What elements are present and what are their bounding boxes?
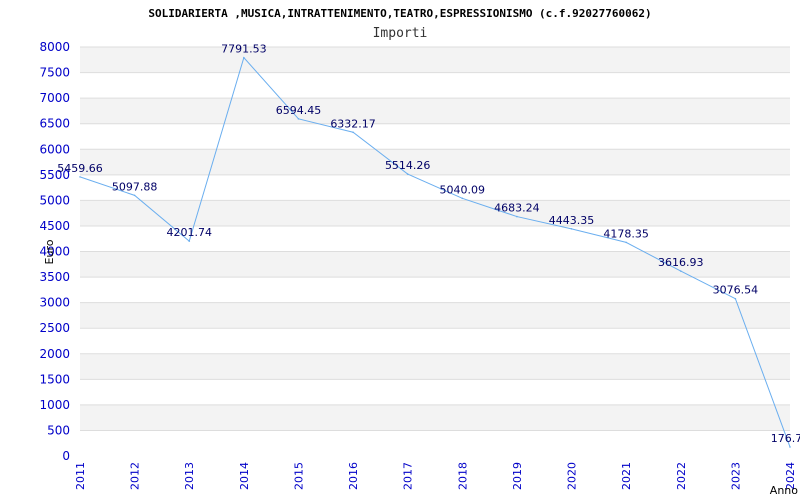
data-label: 5040.09 [440, 183, 486, 196]
data-point [133, 194, 136, 197]
x-tick-label: 2015 [292, 462, 305, 490]
data-point [352, 131, 354, 134]
data-label: 6594.45 [276, 104, 322, 117]
data-point [79, 176, 81, 178]
x-tick-label: 2016 [347, 462, 360, 490]
y-tick-label: 7500 [39, 66, 70, 80]
data-label: 7791.53 [221, 43, 267, 56]
x-tick-label: 2014 [238, 462, 251, 490]
y-tick-label: 1500 [39, 372, 70, 386]
y-tick-label: 0 [62, 449, 70, 463]
x-axis-label: Anno [770, 484, 798, 497]
x-tick-label: 2018 [456, 462, 469, 490]
data-point [625, 241, 627, 244]
data-point [297, 118, 300, 120]
y-tick-label: 1000 [39, 398, 70, 412]
data-label: 5459.66 [57, 162, 103, 175]
y-axis-label: Euro [43, 239, 56, 264]
y-tick-label: 500 [47, 423, 70, 437]
data-point [789, 446, 791, 448]
x-tick-label: 2021 [620, 462, 633, 490]
data-label: 4201.74 [166, 226, 212, 239]
x-tick-label: 2013 [183, 462, 196, 490]
x-tick-label: 2019 [511, 462, 524, 490]
data-label: 6332.17 [330, 117, 376, 130]
data-label: 5097.88 [112, 180, 158, 193]
data-point [406, 173, 409, 175]
data-label: 3616.93 [658, 256, 704, 269]
grid-band [80, 149, 790, 175]
y-tick-label: 3000 [39, 296, 70, 310]
y-tick-label: 8000 [39, 40, 70, 54]
data-label: 4443.35 [549, 214, 595, 227]
y-tick-label: 7000 [39, 91, 70, 105]
x-axis-ticks: 2011 2012 2013 2014 2015 2016 2017 2018 2019 2020… [74, 462, 797, 490]
data-point [734, 297, 737, 300]
y-tick-label: 6500 [39, 117, 70, 131]
grid-band [80, 47, 790, 73]
chart-title: SOLIDARIERTA ,MUSICA,INTRATTENIMENTO,TEA… [148, 7, 651, 20]
data-label: 5514.26 [385, 159, 431, 172]
data-label: 4683.24 [494, 202, 540, 215]
y-tick-label: 5000 [39, 193, 70, 207]
data-point [461, 197, 464, 200]
data-label: 3076.54 [713, 284, 759, 297]
data-label: 176.73 [771, 432, 800, 445]
x-tick-label: 2022 [675, 462, 688, 490]
y-tick-label: 2000 [39, 347, 70, 361]
y-tick-label: 6000 [39, 142, 70, 156]
data-label: 4178.35 [603, 227, 649, 240]
x-tick-label: 2011 [74, 462, 87, 490]
x-tick-label: 2020 [566, 462, 579, 490]
grid-band [80, 404, 790, 431]
data-point [188, 240, 191, 242]
data-point [516, 215, 518, 218]
chart: SOLIDARIERTA ,MUSICA,INTRATTENIMENTO,TEA… [39, 7, 800, 497]
data-point [243, 56, 245, 59]
x-tick-label: 2017 [402, 462, 415, 490]
y-tick-label: 3500 [39, 270, 70, 284]
data-point [570, 228, 573, 230]
data-point [679, 270, 682, 272]
grid-band [80, 302, 790, 329]
chart-subtitle: Importi [373, 26, 428, 41]
grid-band [80, 353, 790, 380]
x-tick-label: 2023 [729, 462, 742, 490]
grid-band [80, 98, 790, 124]
y-tick-label: 4500 [39, 219, 70, 233]
grid-band [80, 200, 790, 226]
x-tick-label: 2012 [129, 462, 142, 490]
y-tick-label: 2500 [39, 321, 70, 335]
